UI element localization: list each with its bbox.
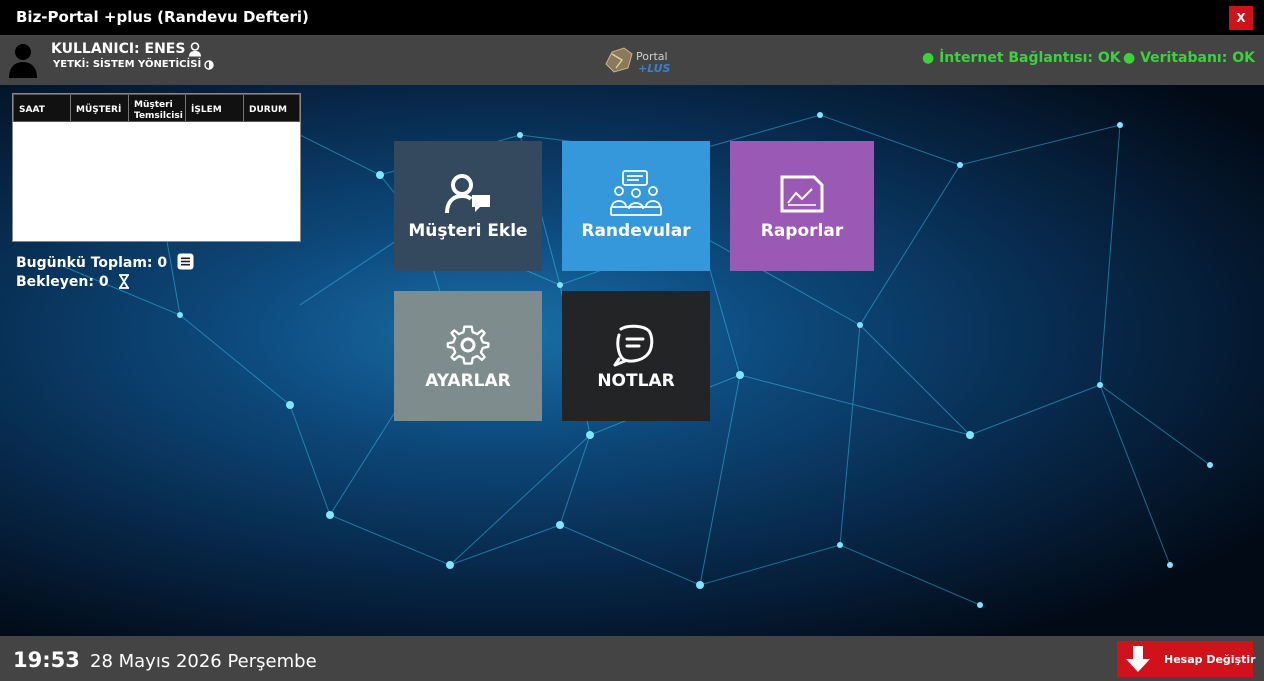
appointments-table-header: SAAT MÜŞTERİ Müşteri Temsilcisi İŞLEM DU… [13,94,300,122]
column-header-operation[interactable]: İŞLEM [186,95,244,121]
tile-notes-label: NOTLAR [597,371,675,391]
down-arrow-icon [1126,646,1150,672]
footer-bar: 19:53 28 Mayıs 2026 Perşembe Hesap Değiş… [0,636,1264,681]
tile-appointments[interactable]: Randevular [562,141,710,271]
pending-summary: Bekleyen: 0 [16,274,130,290]
date-label: 28 Mayıs 2026 Perşembe [90,651,317,672]
pending-label: Bekleyen: 0 [16,274,109,290]
user-name-label: KULLANICI: ENES [51,41,186,57]
tile-add-customer[interactable]: Müşteri Ekle [394,141,542,271]
gear-icon [446,325,490,365]
user-role-label: YETKİ: SİSTEM YÖNETİCİSİ [53,59,202,70]
tile-settings[interactable]: AYARLAR [394,291,542,421]
tile-notes[interactable]: NOTLAR [562,291,710,421]
window-title: Biz-Portal +plus (Randevu Defteri) [16,8,309,26]
add-customer-icon [445,174,490,214]
user-header: KULLANICI: ENES YETKİ: SİSTEM YÖNETİCİSİ… [0,35,1264,85]
column-header-representative[interactable]: Müşteri Temsilcisi [129,95,186,121]
user-avatar-icon [9,44,37,78]
today-total-summary: Bugünkü Toplam: 0 [16,253,194,271]
svg-text:+LUS: +LUS [638,62,671,75]
user-icon [189,42,201,57]
list-icon [177,253,194,270]
tile-reports[interactable]: Raporlar [730,141,874,271]
column-header-customer[interactable]: MÜŞTERİ [71,95,129,121]
notes-icon [613,324,654,367]
half-circle-icon [204,60,214,70]
title-bar: Biz-Portal +plus (Randevu Defteri) X [0,0,1264,35]
reports-icon [780,175,824,213]
today-total-label: Bugünkü Toplam: 0 [16,255,168,271]
tile-reports-label: Raporlar [760,221,844,241]
switch-account-button[interactable]: Hesap Değiştir [1117,641,1256,677]
tile-appointments-label: Randevular [581,221,691,241]
database-status: ● Veritabanı: OK [1123,50,1255,66]
appointments-table[interactable]: SAAT MÜŞTERİ Müşteri Temsilcisi İŞLEM DU… [12,93,301,242]
clock: 19:53 [13,648,80,672]
column-header-status[interactable]: DURUM [244,95,299,121]
column-header-time[interactable]: SAAT [14,95,71,121]
hourglass-icon [119,274,130,289]
internet-status: ● İnternet Bağlantısı: OK [922,50,1121,66]
biz-portal-plus-logo: Portal +LUS [605,47,671,75]
close-button[interactable]: X [1229,6,1253,30]
tile-settings-label: AYARLAR [425,371,511,391]
appointments-icon [610,170,662,216]
switch-account-label: Hesap Değiştir [1164,653,1256,666]
tile-add-customer-label: Müşteri Ekle [408,221,528,241]
